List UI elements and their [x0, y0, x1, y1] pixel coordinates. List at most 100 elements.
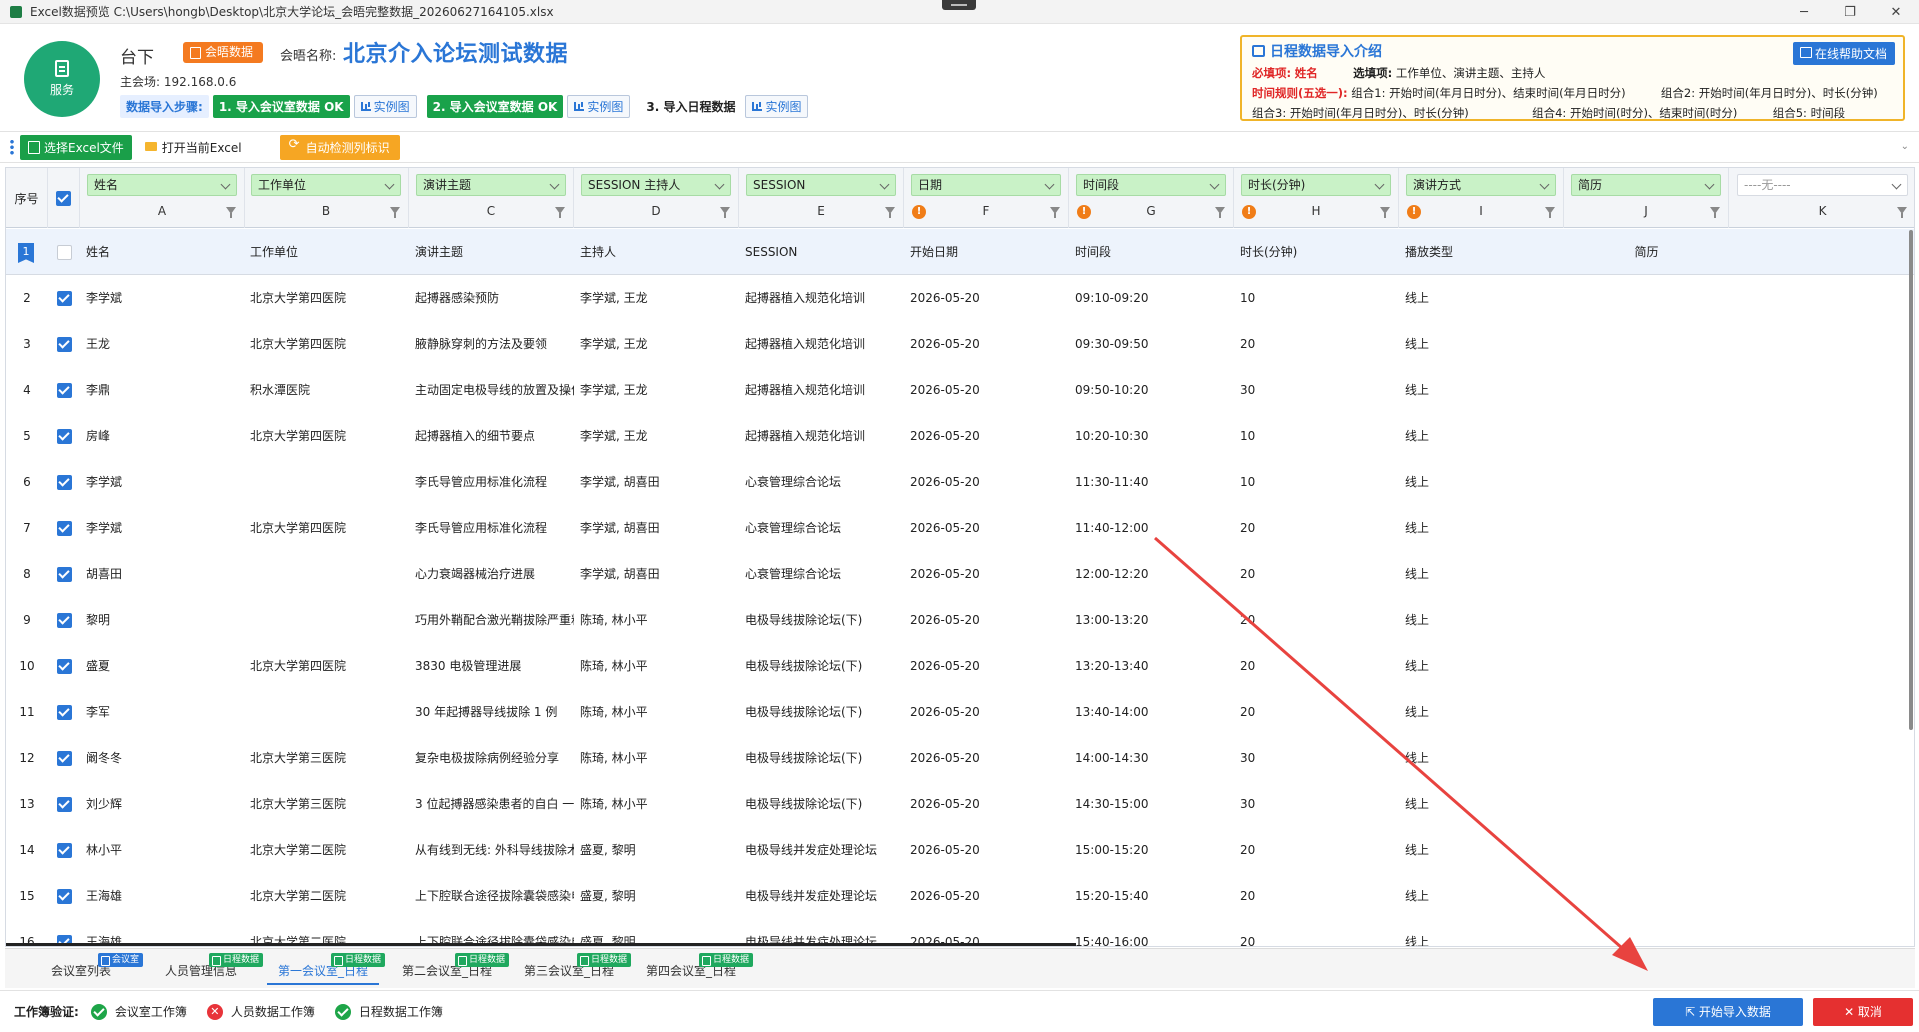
- cancel-button[interactable]: ✕ 取消: [1813, 998, 1913, 1026]
- table-cell: 从有线到无线: 外科导线拔除术: [415, 843, 574, 857]
- intro-combo-line: 组合3: 开始时间(年月日时分)、时长(分钟) 组合4: 开始时间(时分)、结束…: [1252, 105, 1893, 121]
- toolbar: 选择Excel文件 打开当前Excel 自动检测列标识 ⌄: [0, 131, 1919, 163]
- column-header-d: SESSION 主持人 D: [574, 168, 739, 228]
- table-row[interactable]: 3 王龙 北京大学第四医院 腋静脉穿刺的方法及要领 李学斌, 王龙 起搏器植入规范化培训 2…: [6, 321, 1914, 367]
- row-checkbox[interactable]: [48, 367, 80, 413]
- table-cell: [1564, 321, 1729, 367]
- open-excel-button[interactable]: 打开当前Excel: [138, 135, 250, 160]
- table-row[interactable]: 6 李学斌 李氏导管应用标准化流程 李学斌, 胡喜田 心衰管理综合论坛 2026-05-2…: [6, 459, 1914, 505]
- vertical-scrollbar[interactable]: [1909, 230, 1913, 730]
- table-row[interactable]: 5 房峰 北京大学第四医院 起搏器植入的细节要点 李学斌, 王龙 起搏器植入规范化培训 20…: [6, 413, 1914, 459]
- row-checkbox[interactable]: [48, 413, 80, 459]
- table-cell: 电极导线并发症处理论坛: [745, 843, 878, 857]
- filter-icon[interactable]: [1215, 207, 1225, 218]
- filter-icon[interactable]: [555, 207, 565, 218]
- table-cell: 线上: [1405, 383, 1430, 397]
- maximize-button[interactable]: ❐: [1827, 0, 1873, 24]
- drag-handle[interactable]: [942, 0, 976, 10]
- filter-icon[interactable]: [1545, 207, 1555, 218]
- table-row[interactable]: 9 黎明 巧用外鞘配合激光鞘拔除严重粘连陈琦, 林小平 电极导线拔除论坛(下) 2026…: [6, 597, 1914, 643]
- sheet-tab[interactable]: 第一会议室_日程 日程数据: [267, 953, 385, 985]
- sheet-tab[interactable]: 会议室列表 会议室: [25, 953, 143, 985]
- row-checkbox[interactable]: [48, 873, 80, 919]
- table-cell: 线上: [1405, 705, 1430, 719]
- table-row[interactable]: 11 李军 30 年起搏器导线拔除 1 例陈琦, 林小平 电极导线拔除论坛(下) 202…: [6, 689, 1914, 735]
- column-mapping-select[interactable]: 姓名: [87, 174, 237, 196]
- filter-icon[interactable]: [1050, 207, 1060, 218]
- filter-icon[interactable]: [1380, 207, 1390, 218]
- row-checkbox[interactable]: [48, 689, 80, 735]
- example-label: 实例图: [587, 99, 624, 114]
- row-checkbox[interactable]: [48, 643, 80, 689]
- close-button[interactable]: ✕: [1873, 0, 1919, 24]
- checkbox-checked-icon: [56, 290, 72, 306]
- table-cell: 陈琦, 林小平: [580, 705, 648, 719]
- column-mapping-select[interactable]: 演讲方式: [1406, 174, 1556, 196]
- optional-value: 工作单位、演讲主题、主持人: [1395, 66, 1546, 80]
- select-excel-button[interactable]: 选择Excel文件: [20, 134, 132, 160]
- column-mapping-select[interactable]: 日期: [911, 174, 1061, 196]
- table-cell: 起搏器植入规范化培训: [745, 429, 866, 443]
- sheet-tab[interactable]: 第二会议室_日程 日程数据: [391, 953, 509, 985]
- table-cell: 房峰: [86, 429, 111, 443]
- sheet-tab[interactable]: 人员管理信息 日程数据: [145, 953, 263, 985]
- table-row[interactable]: 8 胡喜田 心力衰竭器械治疗进展 李学斌, 胡喜田 心衰管理综合论坛 2026-05-20…: [6, 551, 1914, 597]
- row-checkbox[interactable]: [48, 505, 80, 551]
- column-mapping-select[interactable]: 工作单位: [251, 174, 401, 196]
- filter-icon[interactable]: [885, 207, 895, 218]
- column-mapping-select[interactable]: 时间段: [1076, 174, 1226, 196]
- row-checkbox[interactable]: [48, 827, 80, 873]
- table-row[interactable]: 10 盛夏 北京大学第四医院 3830 电极管理进展 陈琦, 林小平 电极导线拔除论坛(下…: [6, 643, 1914, 689]
- row-checkbox[interactable]: [48, 229, 80, 275]
- start-import-button[interactable]: ⇱ 开始导入数据: [1653, 998, 1803, 1026]
- table-row[interactable]: 14 林小平 北京大学第二医院 从有线到无线: 外科导线拔除术 盛夏, 黎明 电极导线并发…: [6, 827, 1914, 873]
- column-letter: I: [1479, 204, 1483, 218]
- help-doc-button[interactable]: 在线帮助文档: [1792, 42, 1895, 65]
- table-row[interactable]: 12 阚冬冬 北京大学第三医院 复杂电极拔除病例经验分享 陈琦, 林小平 电极导线拔除论坛…: [6, 735, 1914, 781]
- column-letter: B: [321, 204, 331, 218]
- step-3-example-button[interactable]: 实例图: [745, 94, 809, 118]
- table-cell: 李学斌, 王龙: [580, 383, 648, 397]
- minimize-button[interactable]: ─: [1781, 0, 1827, 24]
- column-mapping-select[interactable]: SESSION 主持人: [581, 174, 731, 196]
- table-cell: SESSION: [745, 245, 798, 259]
- row-checkbox[interactable]: [48, 597, 80, 643]
- table-cell: 王龙: [86, 337, 111, 351]
- filter-icon[interactable]: [1897, 207, 1907, 218]
- filter-icon[interactable]: [226, 207, 236, 218]
- step-1-example-button[interactable]: 实例图: [353, 94, 417, 118]
- table-row[interactable]: 13 刘少辉 北京大学第三医院 3 位起搏器感染患者的自白 一陈琦, 林小平 电极导线拔…: [6, 781, 1914, 827]
- column-mapping-select[interactable]: 时长(分钟): [1241, 174, 1391, 196]
- row-checkbox[interactable]: [48, 459, 80, 505]
- service-logo: 服务: [24, 41, 100, 117]
- table-row[interactable]: 4 李鼎 积水潭医院 主动固定电极导线的放置及操作 李学斌, 王龙 起搏器植入规范化培训 2…: [6, 367, 1914, 413]
- horizontal-scrollbar[interactable]: [6, 943, 1076, 946]
- source-header-row[interactable]: 1 姓名 工作单位 演讲主题 主持人 SESSION 开始日期 时间段 时长(分钟) 播放类型 简历: [6, 229, 1914, 275]
- column-mapping-select[interactable]: SESSION: [746, 174, 896, 196]
- table-cell: 播放类型: [1405, 245, 1454, 259]
- select-all-checkbox[interactable]: [48, 168, 80, 228]
- table-cell: 李学斌, 王龙: [580, 429, 648, 443]
- auto-detect-button[interactable]: 自动检测列标识: [279, 134, 400, 160]
- row-checkbox[interactable]: [48, 551, 80, 597]
- sheet-tab[interactable]: 第四会议室_日程 日程数据: [635, 953, 753, 985]
- row-checkbox[interactable]: [48, 735, 80, 781]
- table-cell: 电极导线拔除论坛(下): [745, 705, 863, 719]
- filter-icon[interactable]: [390, 207, 400, 218]
- filter-icon[interactable]: [720, 207, 730, 218]
- row-checkbox[interactable]: [48, 781, 80, 827]
- chevron-down-icon[interactable]: ⌄: [1901, 141, 1909, 152]
- table-row[interactable]: 7 李学斌 北京大学第四医院 李氏导管应用标准化流程 李学斌, 胡喜田 心衰管理综合论坛 2…: [6, 505, 1914, 551]
- table-row[interactable]: 15 王海雄 北京大学第二医院 上下腔联合途径拔除囊袋感染电极盛夏, 黎明 电极导线并发…: [6, 873, 1914, 919]
- table-cell: 20: [1240, 843, 1256, 857]
- table-cell: [1730, 275, 1914, 321]
- filter-icon[interactable]: [1710, 207, 1720, 218]
- column-mapping-select[interactable]: ----无----: [1737, 174, 1908, 196]
- column-mapping-select[interactable]: 演讲主题: [416, 174, 566, 196]
- step-2-example-button[interactable]: 实例图: [567, 94, 631, 118]
- column-mapping-select[interactable]: 简历: [1571, 174, 1721, 196]
- table-row[interactable]: 2 李学斌 北京大学第四医院 起搏器感染预防 李学斌, 王龙 起搏器植入规范化培训 2026…: [6, 275, 1914, 321]
- sheet-tab[interactable]: 第三会议室_日程 日程数据: [513, 953, 631, 985]
- row-checkbox[interactable]: [48, 275, 80, 321]
- row-checkbox[interactable]: [48, 321, 80, 367]
